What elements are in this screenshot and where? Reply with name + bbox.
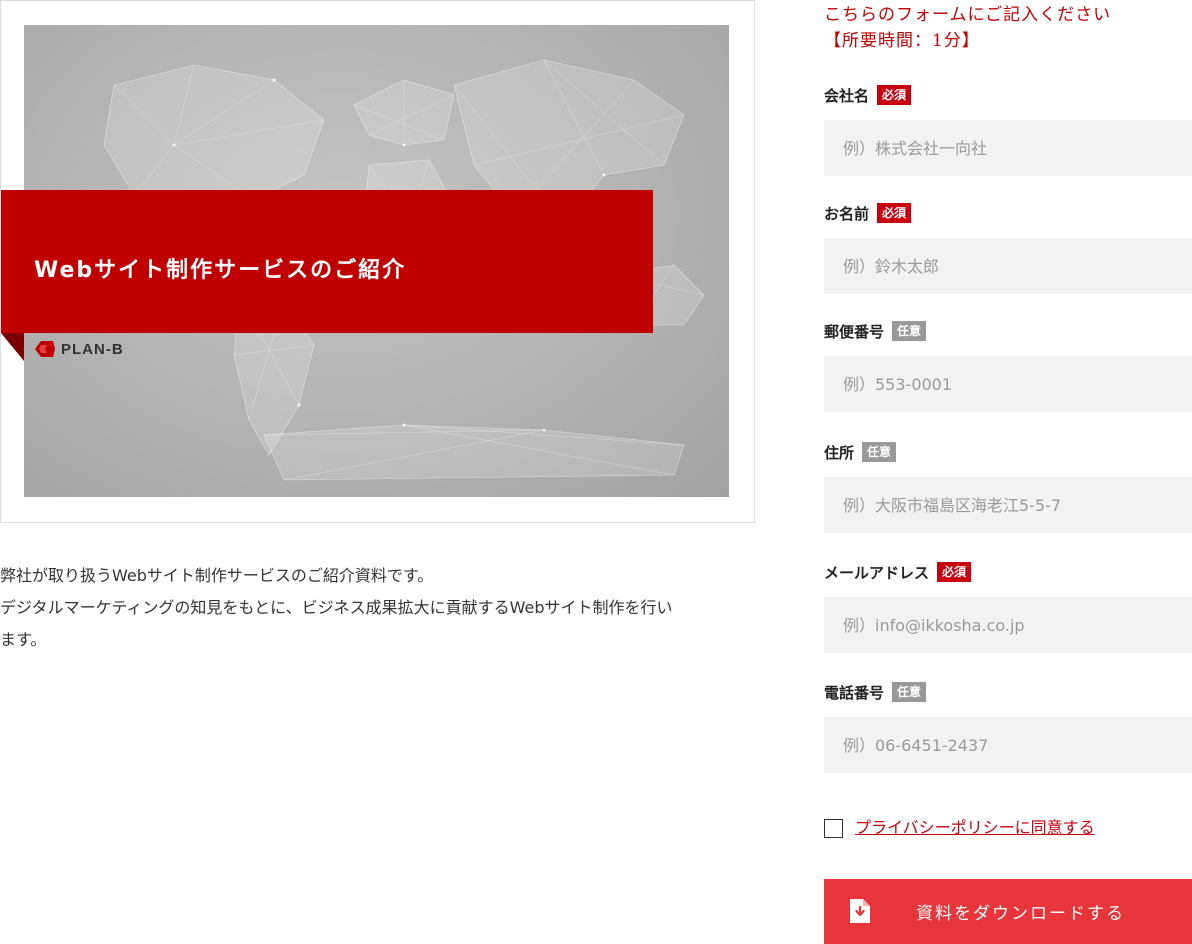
optional-badge: 任意 <box>892 682 927 702</box>
company-name-label: 会社名 必須 <box>824 85 912 105</box>
optional-badge: 任意 <box>892 321 927 341</box>
plan-b-logo: PLAN-B <box>35 339 124 359</box>
postal-code-label: 郵便番号 任意 <box>824 321 927 341</box>
download-button[interactable]: 資料をダウンロードする <box>824 879 1192 944</box>
required-badge: 必須 <box>877 85 912 105</box>
postal-code-input[interactable] <box>824 356 1192 412</box>
plan-b-logo-text: PLAN-B <box>61 340 124 358</box>
field-label-text: 電話番号 <box>824 683 885 702</box>
required-badge: 必須 <box>937 562 972 582</box>
field-label-text: 会社名 <box>824 86 870 105</box>
phone-label: 電話番号 任意 <box>824 682 927 702</box>
email-input[interactable] <box>824 597 1192 653</box>
email-label: メールアドレス 必須 <box>824 562 972 582</box>
required-badge: 必須 <box>877 203 912 223</box>
field-label-text: メールアドレス <box>824 563 930 582</box>
form-intro: こちらのフォームにご記入ください 【所要時間：1分】 <box>824 2 1192 54</box>
document-title: Webサイト制作サービスのご紹介 <box>34 258 407 283</box>
phone-input[interactable] <box>824 717 1192 773</box>
description-line: ます。 <box>0 630 47 649</box>
company-name-input[interactable] <box>824 120 1192 176</box>
full-name-label: お名前 必須 <box>824 203 912 223</box>
description-line: 弊社が取り扱うWebサイト制作サービスのご紹介資料です。 <box>0 566 434 585</box>
address-input[interactable] <box>824 477 1192 533</box>
download-button-label: 資料をダウンロードする <box>916 904 1125 923</box>
field-label-text: お名前 <box>824 204 870 223</box>
field-label-text: 郵便番号 <box>824 322 885 341</box>
address-label: 住所 任意 <box>824 442 897 462</box>
plan-b-logo-icon <box>35 341 55 357</box>
description-line: デジタルマーケティングの知見をもとに、ビジネス成果拡大に貢献するWebサイト制作… <box>0 598 673 617</box>
document-preview-card: Webサイト制作サービスのご紹介 PLAN-B <box>0 0 755 523</box>
download-document-icon <box>850 899 870 923</box>
document-description: 弊社が取り扱うWebサイト制作サービスのご紹介資料です。 デジタルマーケティング… <box>0 560 760 656</box>
privacy-consent-row: プライバシーポリシーに同意する <box>824 814 1095 838</box>
privacy-consent-checkbox[interactable] <box>824 818 843 838</box>
optional-badge: 任意 <box>862 442 897 462</box>
banner-fold-shadow <box>1 333 24 361</box>
full-name-input[interactable] <box>824 238 1192 294</box>
form-intro-duration: 【所要時間：1分】 <box>824 31 980 51</box>
privacy-policy-link[interactable]: プライバシーポリシーに同意する <box>855 814 1095 838</box>
form-intro-instruction: こちらのフォームにご記入ください <box>824 5 1112 25</box>
field-label-text: 住所 <box>824 443 855 462</box>
